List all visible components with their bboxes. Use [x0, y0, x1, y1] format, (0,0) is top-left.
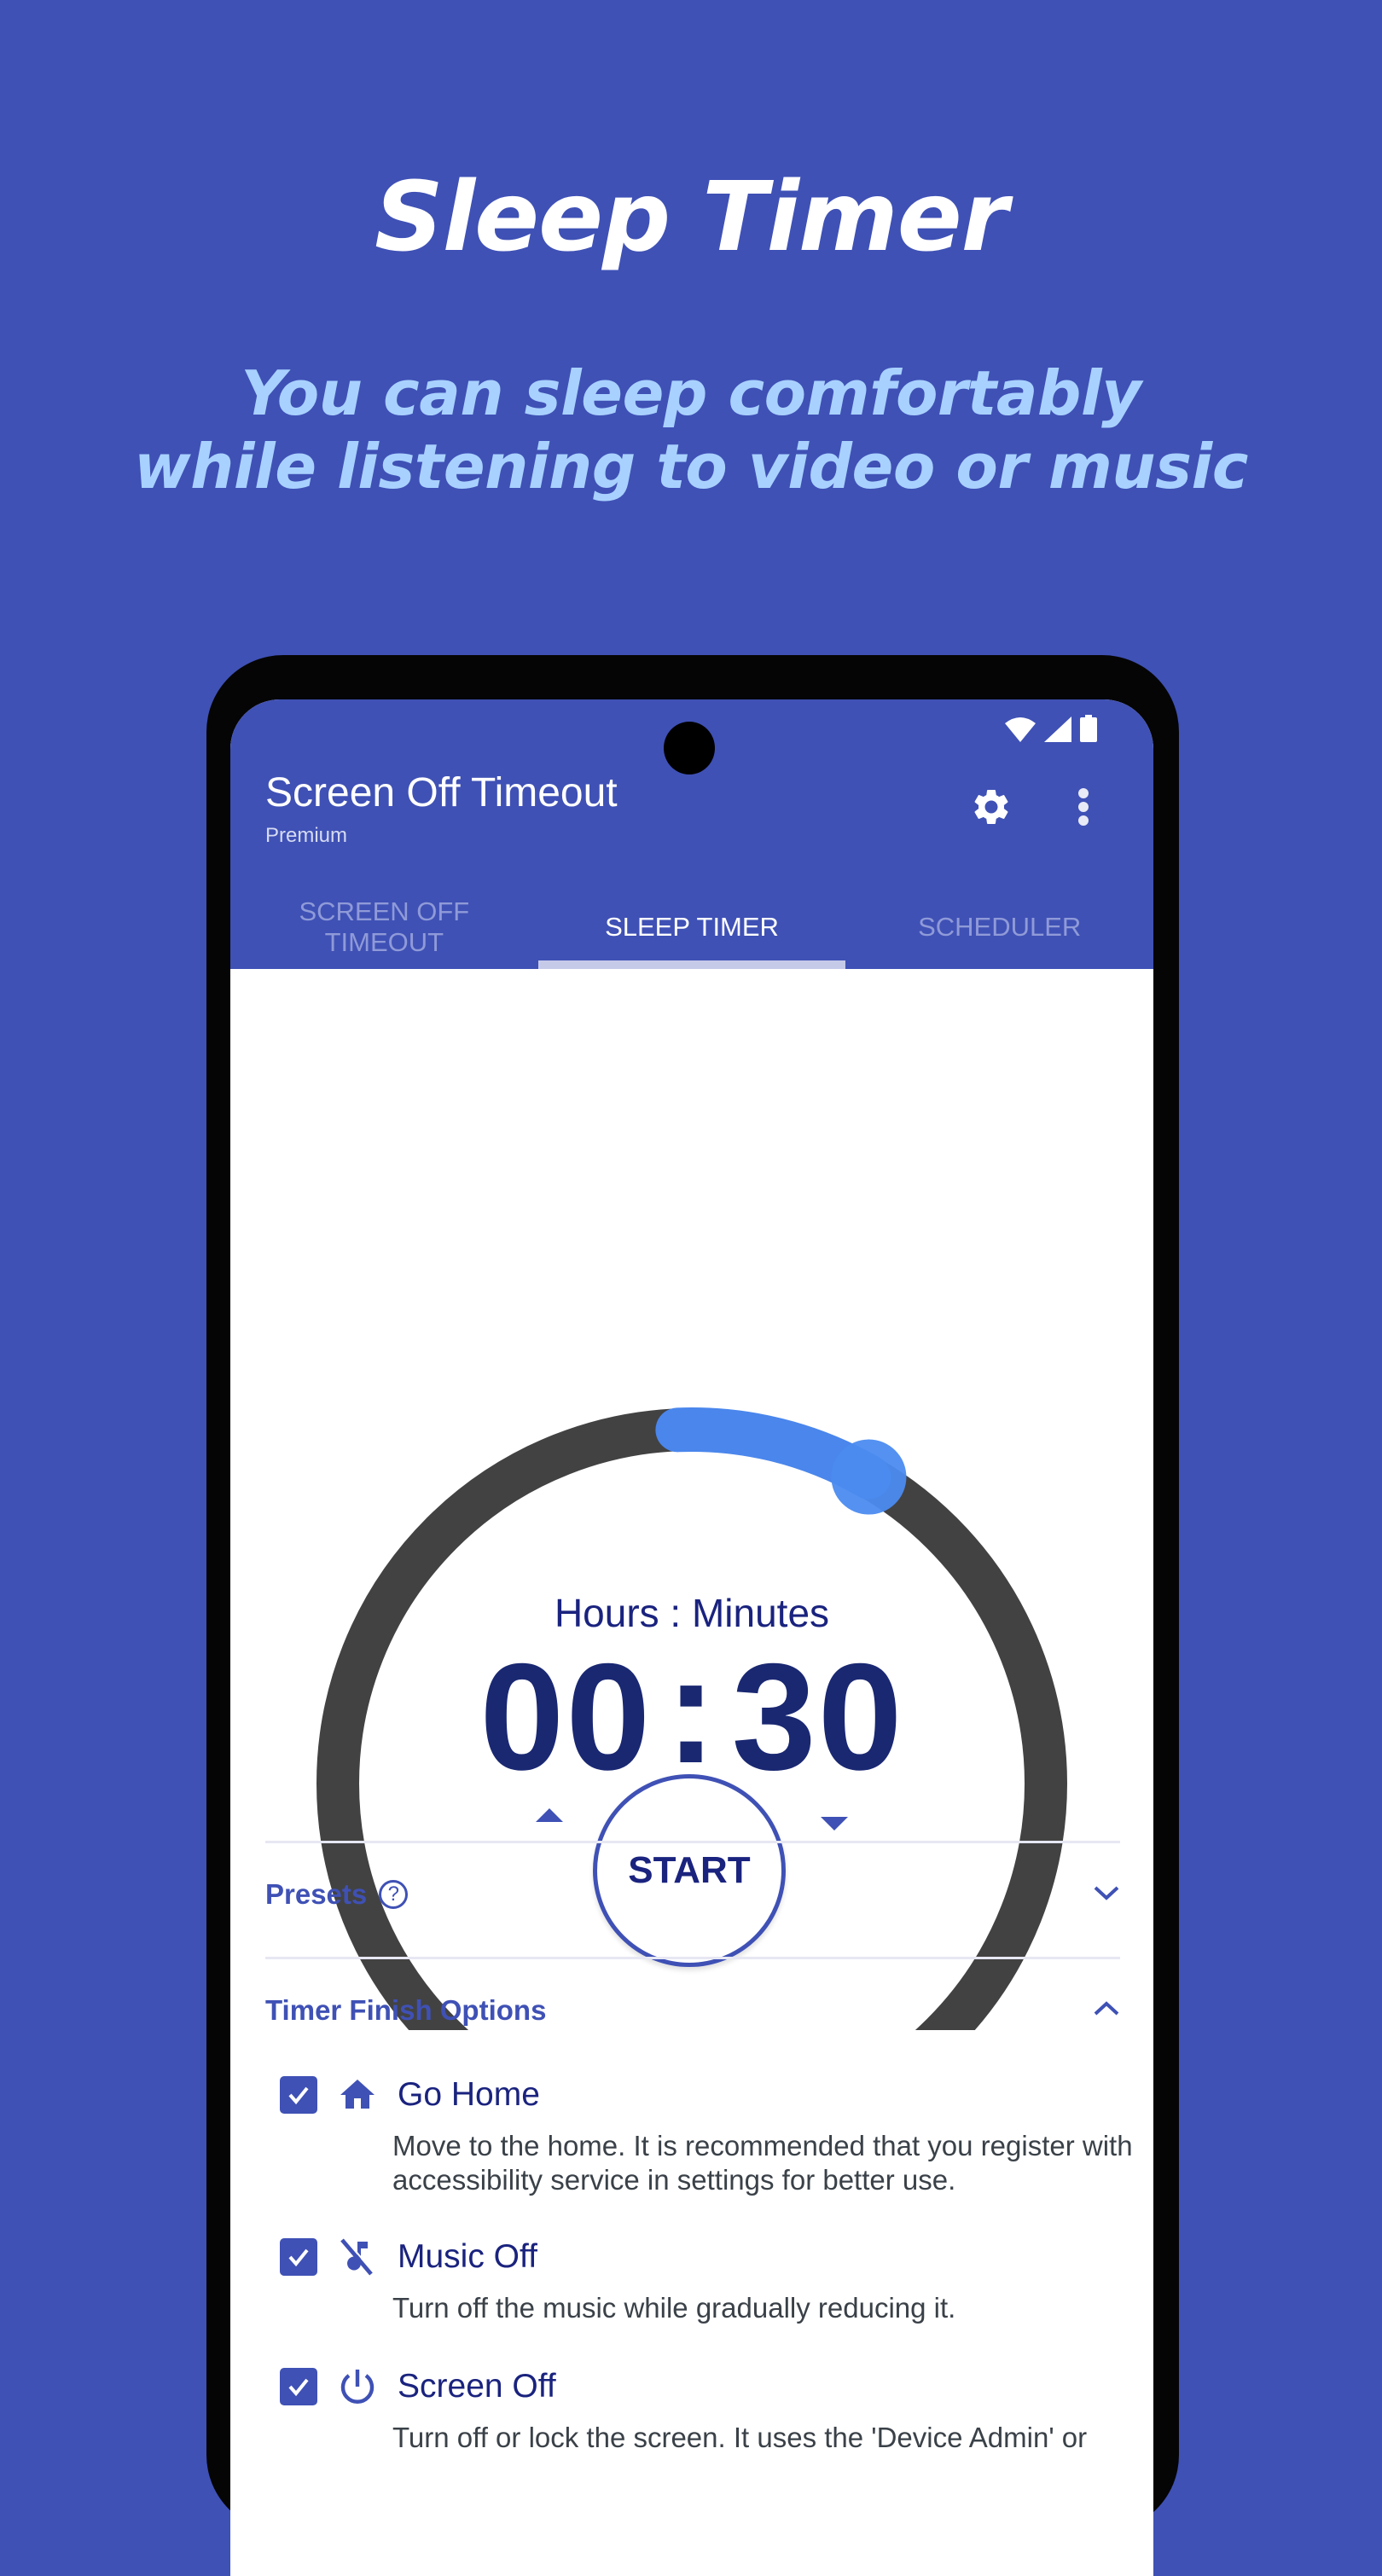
time-separator: : — [665, 1625, 718, 1795]
phone-frame: Screen Off Timeout Premium Screen Off Ti… — [206, 655, 1179, 2576]
hours-value: 00 — [479, 1632, 653, 1801]
chevron-down-icon[interactable] — [1093, 1877, 1120, 1912]
triangle-up-icon[interactable] — [536, 1808, 563, 1822]
phone-screen: Screen Off Timeout Premium Screen Off Ti… — [230, 699, 1153, 2576]
divider — [265, 1957, 1120, 1959]
promo-title: Sleep Timer — [375, 162, 1008, 273]
help-icon[interactable]: ? — [379, 1880, 409, 1909]
option-title: Screen Off — [398, 2368, 556, 2405]
option-title: Music Off — [398, 2238, 537, 2275]
minutes-value: 30 — [731, 1632, 904, 1801]
finish-option-music-off: Music Off Turn off the music while gradu… — [280, 2235, 1099, 2325]
music-off-icon — [336, 2236, 379, 2278]
power-icon — [336, 2365, 379, 2408]
check-icon — [288, 2248, 309, 2267]
option-description: Turn off the music while gradually reduc… — [392, 2292, 956, 2324]
option-description: Turn off or lock the screen. It uses the… — [392, 2422, 1088, 2453]
finish-options-header[interactable]: Timer Finish Options — [265, 1985, 1120, 2036]
check-icon — [288, 2086, 309, 2105]
divider — [265, 1841, 1120, 1843]
presets-label: Presets — [265, 1878, 368, 1910]
promo-subtitle-line-2: while listening to video or music — [134, 431, 1248, 502]
dial-handle[interactable] — [831, 1439, 907, 1515]
go-home-checkbox[interactable] — [280, 2076, 317, 2114]
option-description: Move to the home. It is recommended that… — [392, 2130, 1133, 2196]
presets-header[interactable]: Presets ? — [265, 1869, 1120, 1920]
chevron-up-icon[interactable] — [1093, 1993, 1120, 2028]
triangle-down-icon[interactable] — [821, 1817, 848, 1830]
finish-option-go-home: Go Home Move to the home. It is recommen… — [280, 2073, 1133, 2197]
music-off-checkbox[interactable] — [280, 2238, 317, 2276]
promo-subtitle-line-1: You can sleep comfortably — [241, 357, 1141, 429]
finish-option-screen-off: Screen Off Turn off or lock the screen. … — [280, 2364, 1099, 2455]
home-icon — [336, 2074, 379, 2116]
option-title: Go Home — [398, 2076, 540, 2113]
screen-off-checkbox[interactable] — [280, 2368, 317, 2405]
promo-subtitle: You can sleep comfortably while listenin… — [0, 357, 1382, 503]
check-icon — [288, 2378, 309, 2397]
finish-options-label: Timer Finish Options — [265, 1994, 547, 2026]
